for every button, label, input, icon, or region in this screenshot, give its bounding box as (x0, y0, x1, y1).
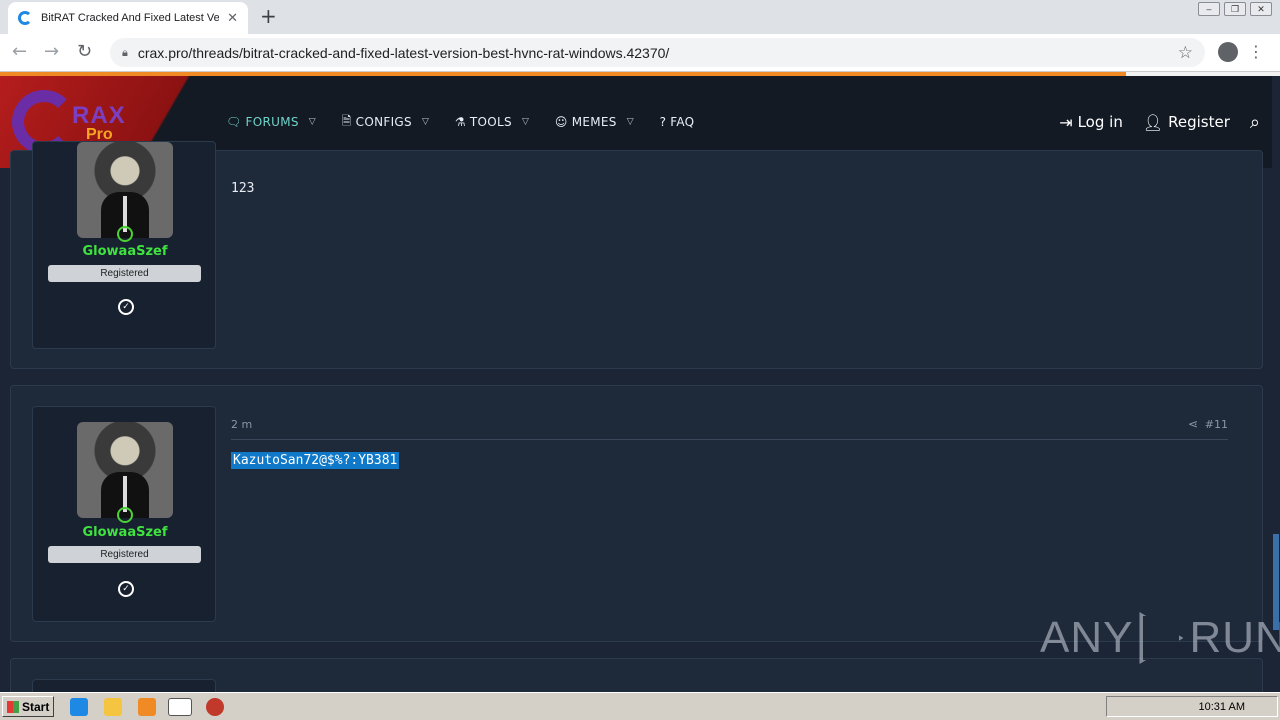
alert-icon[interactable] (206, 698, 224, 716)
folder-icon[interactable] (104, 698, 122, 716)
media-player-icon[interactable] (138, 698, 156, 716)
user-card: GlowaaSzef Registered ✓ (32, 406, 216, 622)
login-label: Log in (1077, 113, 1123, 131)
selected-text[interactable]: KazutoSan72@$%?:YB381 (231, 452, 400, 469)
browser-toolbar: ← → ↻ 🔒︎ crax.pro/threads/bitrat-cracked… (0, 34, 1280, 72)
windows-logo-icon (7, 700, 19, 713)
chat-icon: 🗨︎ (226, 115, 242, 129)
meme-icon: ☺ (554, 115, 568, 129)
anyrun-watermark: ANY RUN (1040, 612, 1280, 664)
login-link[interactable]: ⇥ Log in (1059, 113, 1123, 132)
user-icon (117, 507, 133, 523)
nav-configs-label: CONFIGS (355, 115, 412, 129)
address-bar[interactable]: 🔒︎ crax.pro/threads/bitrat-cracked-and-f… (110, 38, 1205, 67)
close-tab-icon[interactable]: ✕ (227, 11, 238, 26)
post-message: KazutoSan72@$%?:YB381 (231, 452, 400, 469)
play-icon (1139, 612, 1184, 664)
clock[interactable]: 10:31 AM (1199, 701, 1245, 713)
check-circle-icon[interactable]: ✓ (118, 299, 134, 315)
share-icon[interactable]: ⋖ (1188, 417, 1198, 431)
ie-icon[interactable] (70, 698, 88, 716)
forward-icon[interactable]: → (44, 43, 59, 61)
lock-icon: 🔒︎ (122, 45, 128, 59)
post: GlowaaSzef Registered ✓ 123 (10, 141, 1263, 369)
register-link[interactable]: 👤︎ Register (1143, 113, 1230, 132)
menu-icon[interactable]: ⋮ (1248, 42, 1264, 62)
minimize-button[interactable]: – (1198, 2, 1220, 16)
account-icon[interactable] (1218, 42, 1238, 62)
bookmark-star-icon[interactable]: ☆ (1178, 43, 1193, 63)
file-icon: 🗎 (341, 113, 352, 128)
new-tab-button[interactable]: + (260, 6, 277, 26)
post-time[interactable]: 2 m (231, 418, 252, 431)
start-label: Start (22, 699, 50, 714)
url-text[interactable]: crax.pro/threads/bitrat-cracked-and-fixe… (138, 45, 669, 61)
user-badge: Registered (48, 546, 201, 563)
post-number[interactable]: #11 (1205, 418, 1228, 431)
post-message: 123 (231, 181, 255, 196)
reload-icon[interactable]: ↻ (77, 43, 92, 61)
post: GlowaaSzef Registered ✓ 2 m ⋖ #11 Kazuto… (10, 385, 1263, 642)
loading-icon (18, 11, 32, 25)
user-card: GlowaaSzef Registered ✓ (32, 141, 216, 349)
start-button[interactable]: Start (2, 696, 54, 717)
watermark-left: ANY (1040, 613, 1134, 662)
check-circle-icon[interactable]: ✓ (118, 581, 134, 597)
username[interactable]: GlowaaSzef (33, 525, 217, 540)
scrollbar[interactable] (1272, 76, 1280, 692)
close-window-button[interactable]: ✕ (1250, 2, 1272, 16)
question-icon: ? (659, 115, 667, 129)
search-icon[interactable]: ⌕ (1250, 112, 1260, 133)
restore-button[interactable]: ❐ (1224, 2, 1246, 16)
register-label: Register (1168, 113, 1230, 131)
nav-forums-label: FORUMS (245, 115, 299, 129)
tools-icon: ⚗ (454, 115, 466, 129)
taskbar: Start 10:31 AM (0, 692, 1280, 720)
user-badge: Registered (48, 265, 201, 282)
add-user-icon: 👤︎ (1142, 112, 1164, 132)
nav-tools-label: TOOLS (469, 115, 512, 129)
watermark-right: RUN (1189, 613, 1280, 662)
browser-tab[interactable]: BitRAT Cracked And Fixed Latest Ve ✕ (8, 2, 248, 34)
avatar[interactable] (77, 422, 173, 518)
user-icon (117, 226, 133, 242)
avatar[interactable] (77, 142, 173, 238)
chrome-icon[interactable] (168, 698, 192, 716)
nav-memes-label: MEMES (571, 115, 617, 129)
tab-title: BitRAT Cracked And Fixed Latest Ve (41, 12, 219, 24)
username[interactable]: GlowaaSzef (33, 244, 217, 259)
back-icon[interactable]: ← (12, 43, 27, 61)
browser-tab-strip: BitRAT Cracked And Fixed Latest Ve ✕ + –… (0, 0, 1280, 34)
nav-faq-label: FAQ (670, 115, 695, 129)
post-meta: 2 m ⋖ #11 (231, 417, 1228, 440)
window-controls: – ❐ ✕ (1198, 2, 1272, 16)
system-tray: 10:31 AM (1106, 696, 1278, 717)
login-icon: ⇥ (1059, 112, 1073, 132)
